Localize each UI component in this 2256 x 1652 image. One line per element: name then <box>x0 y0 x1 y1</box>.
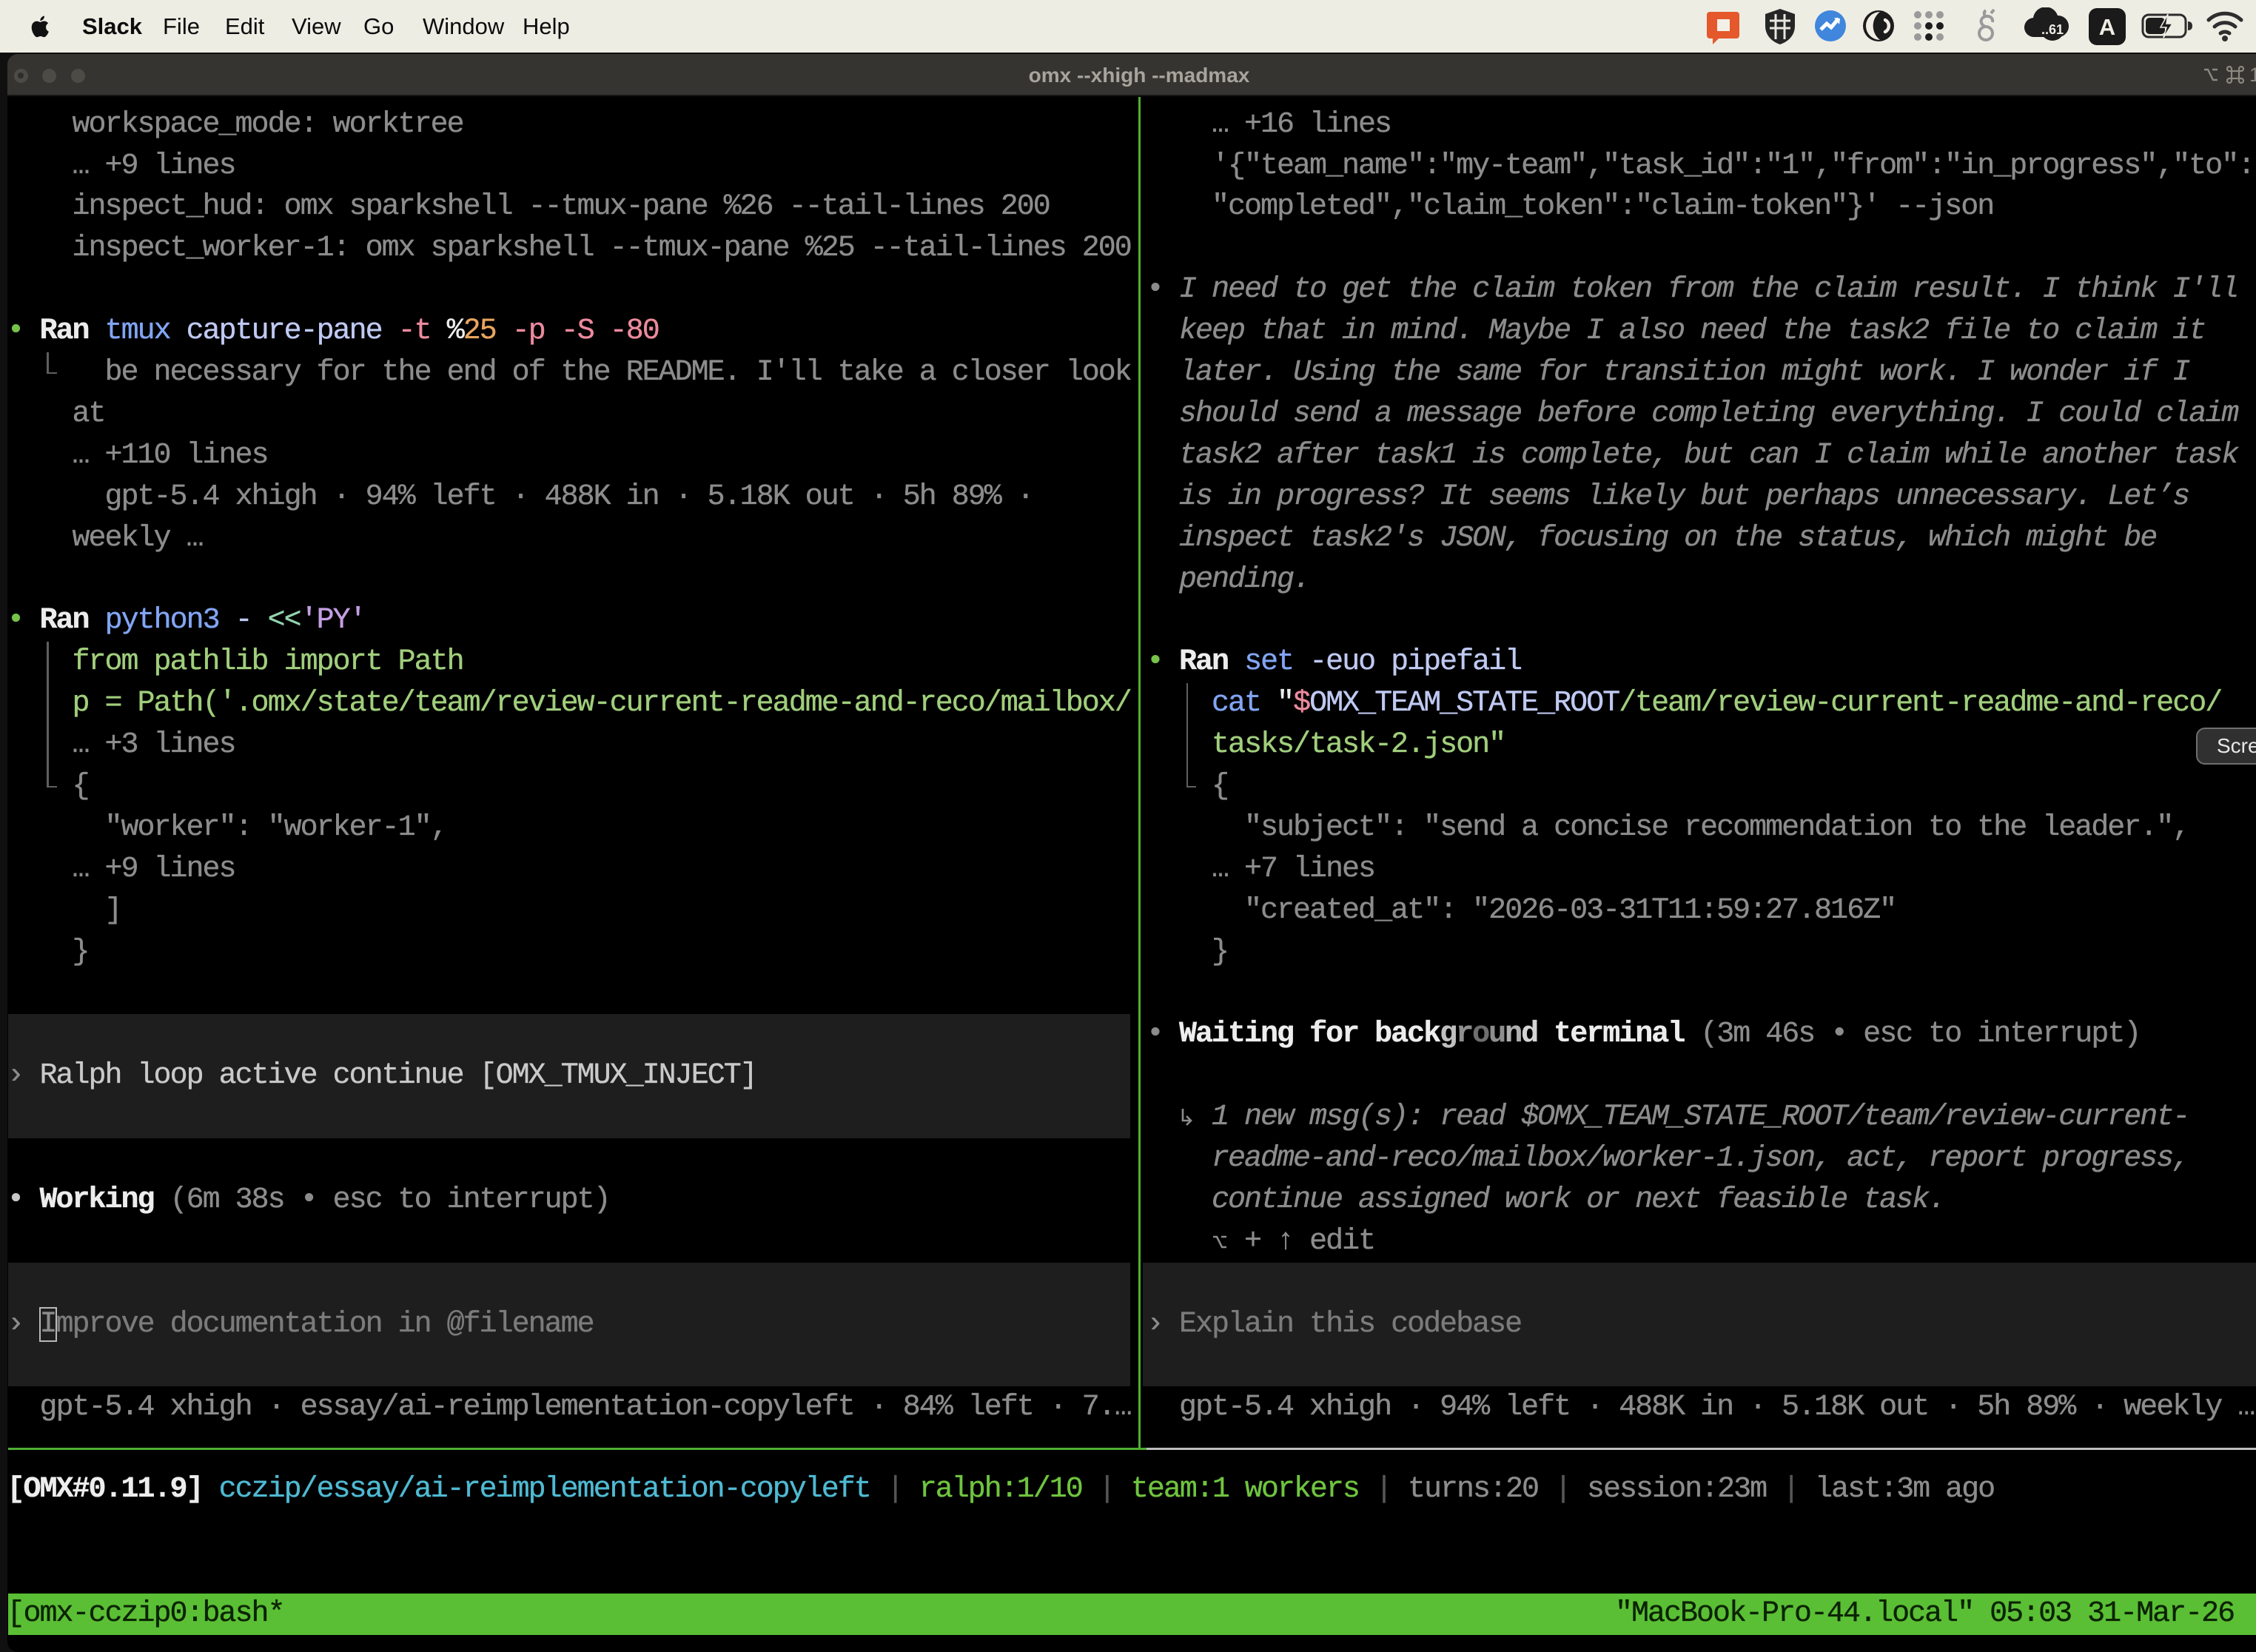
svg-text:..61: ..61 <box>2041 22 2064 37</box>
svg-text:A: A <box>2099 14 2115 40</box>
